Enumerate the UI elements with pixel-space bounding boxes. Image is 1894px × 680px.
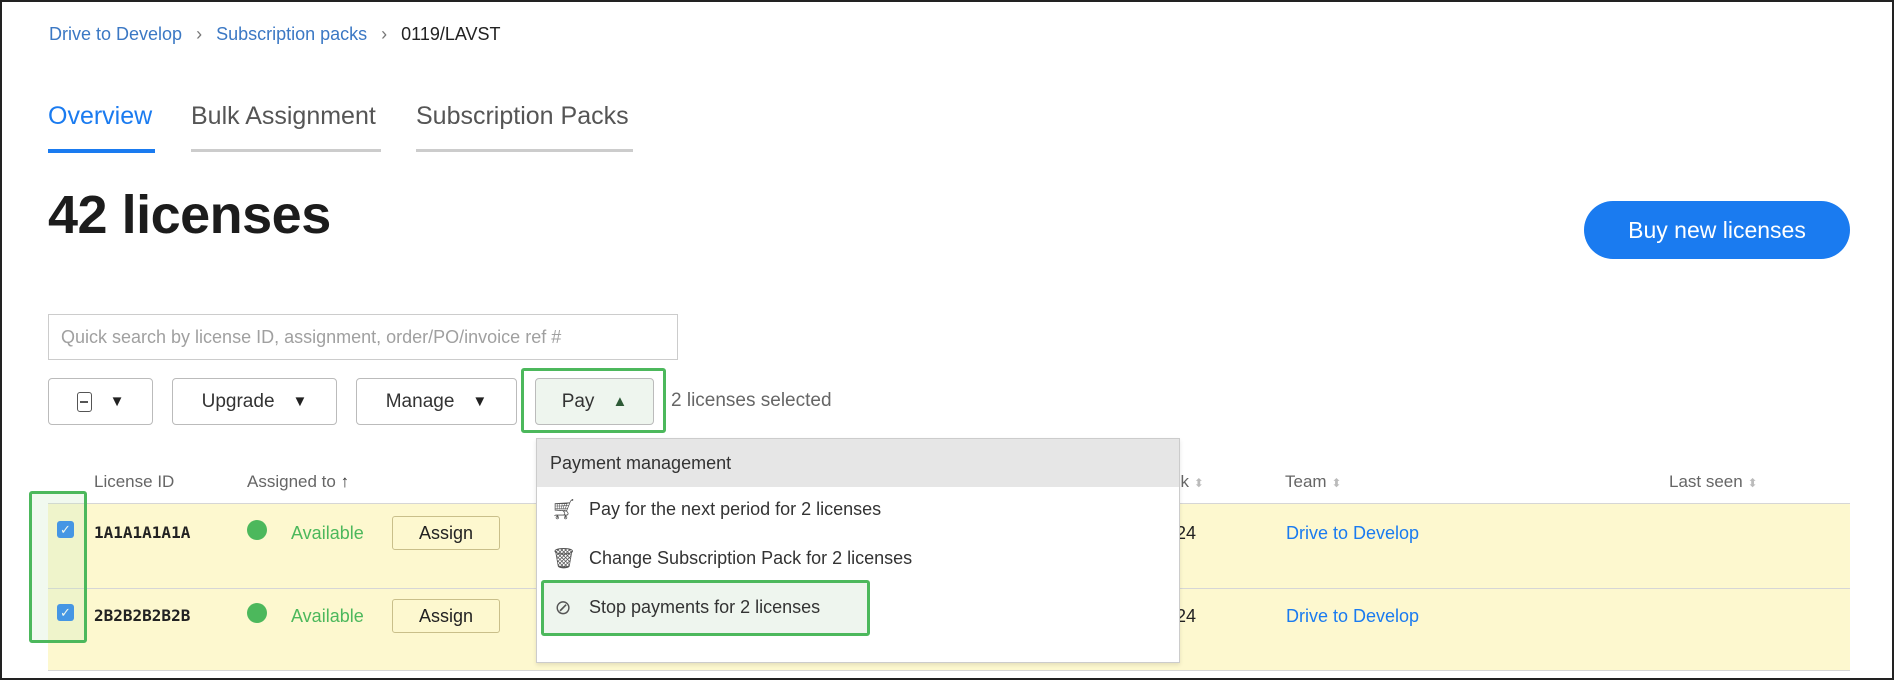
manage-label: Manage [385,390,455,412]
license-id: 1A1A1A1A1A [94,523,191,542]
menu-item-label: Pay for the next period for 2 licenses [589,499,882,519]
checkbox-highlight [29,491,87,643]
sort-ascending-icon: ↑ [340,472,350,491]
caret-down-icon: ▼ [472,393,488,410]
menu-item-label: Stop payments for 2 licenses [589,597,821,617]
buy-new-licenses-button[interactable]: Buy new licenses [1584,201,1850,259]
menu-item-label: Change Subscription Pack for 2 licenses [589,548,913,568]
caret-down-icon: ▼ [109,393,125,410]
menu-item-pay-next-period[interactable]: 🛒︎ Pay for the next period for 2 licenses [551,497,881,522]
page-title: 42 licenses [48,185,331,245]
chevron-right-icon: › [196,24,203,44]
sort-icon: ⬍ [1331,476,1342,490]
sort-icon: ⬍ [1747,476,1758,490]
prohibited-icon: ⊘ [554,597,572,619]
assign-button[interactable]: Assign [392,516,500,550]
partial-checkbox-icon [76,391,92,412]
breadcrumb: Drive to Develop › Subscription packs › 0119… [49,24,501,45]
pay-label: Pay [561,390,595,412]
tab-overview[interactable]: Overview [48,102,155,153]
column-assigned-to[interactable]: Assigned to ↑ [247,472,349,492]
team-link[interactable]: Drive to Develop [1286,606,1419,627]
assign-button[interactable]: Assign [392,599,500,633]
pay-dropdown-menu: Payment management 🛒︎ Pay for the next pe… [536,438,1180,663]
pay-button[interactable]: Pay ▲ [535,378,654,425]
column-team[interactable]: Team ⬍ [1285,472,1341,492]
tab-bulk-assignment[interactable]: Bulk Assignment [191,102,381,152]
tab-subscription-packs[interactable]: Subscription Packs [416,102,633,152]
trash-can-icon: 🗑︎ [551,548,577,570]
last-seen-label: Last seen [1669,472,1743,491]
menu-item-change-pack[interactable]: 🗑︎ Change Subscription Pack for 2 license… [551,546,912,571]
breadcrumb-current: 0119/LAVST [401,24,501,44]
upgrade-button[interactable]: Upgrade ▼ [172,378,337,425]
license-id: 2B2B2B2B2B [94,606,191,625]
cart-icon: 🛒︎ [551,499,577,521]
assigned-to-label: Assigned to [247,472,336,491]
chevron-right-icon: › [381,24,388,44]
manage-button[interactable]: Manage ▼ [356,378,517,425]
status-dot-icon [247,603,267,623]
status-text: Available [291,606,364,626]
status-text: Available [291,523,364,543]
column-last-seen[interactable]: Last seen ⬍ [1669,472,1758,492]
menu-item-stop-payments[interactable]: ⊘ Stop payments for 2 licenses [551,595,821,620]
selection-count: 2 licenses selected [671,390,832,411]
menu-header: Payment management [537,439,1179,487]
caret-down-icon: ▼ [292,393,308,410]
select-dropdown-button[interactable]: ▼ [48,378,153,425]
breadcrumb-subscription-packs[interactable]: Subscription packs [216,24,367,44]
caret-up-icon: ▲ [612,393,628,410]
team-label: Team [1285,472,1327,491]
upgrade-label: Upgrade [201,390,275,412]
breadcrumb-drive-to-develop[interactable]: Drive to Develop [49,24,182,44]
sort-icon: ⬍ [1193,476,1204,490]
column-license-id[interactable]: License ID [94,472,174,492]
search-input[interactable] [48,314,678,360]
status-dot-icon [247,520,267,540]
team-link[interactable]: Drive to Develop [1286,523,1419,544]
